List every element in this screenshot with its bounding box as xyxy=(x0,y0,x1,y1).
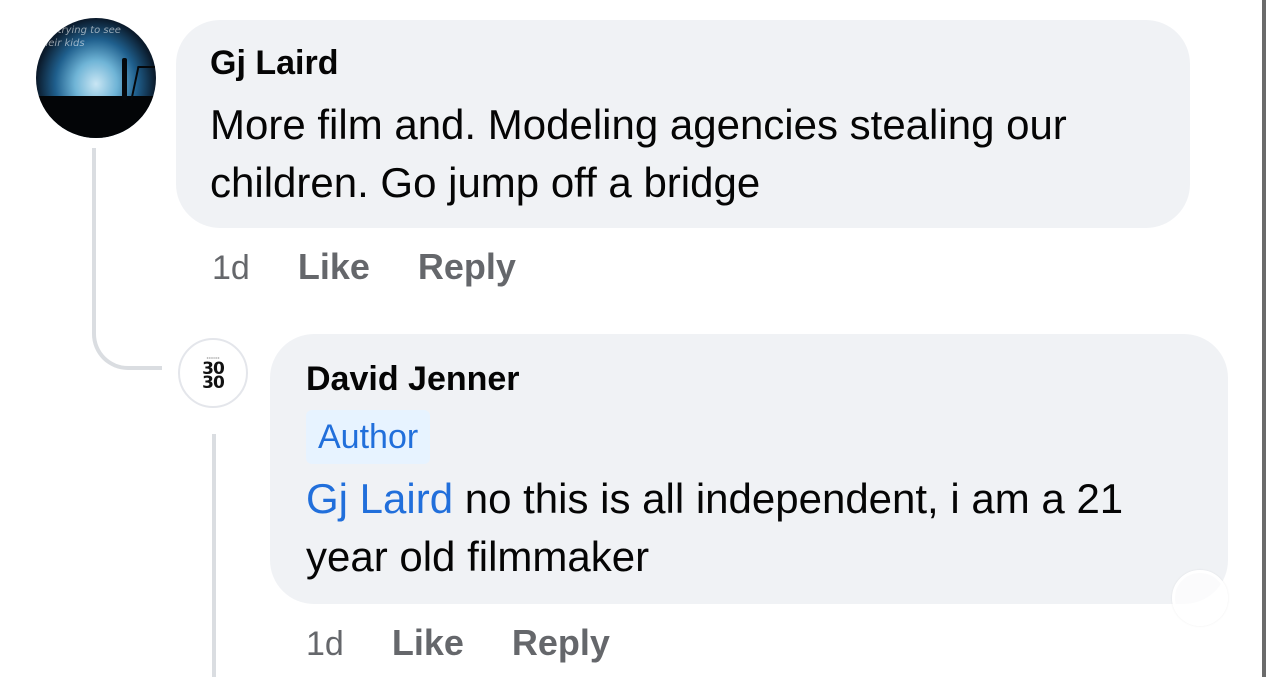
thread-connector-line xyxy=(92,148,162,370)
reply-button[interactable]: Reply xyxy=(418,246,516,288)
comment-actions: 1d Like Reply xyxy=(212,246,516,288)
comment-thread: are trying to see their kids Gj Laird Mo… xyxy=(0,0,1284,677)
avatar[interactable]: ······· 30 30 xyxy=(178,338,248,408)
comment-author-name[interactable]: Gj Laird xyxy=(210,44,338,83)
reply-button[interactable]: Reply xyxy=(512,622,610,664)
logo-line-2: 30 xyxy=(202,373,225,393)
reaction-overlay-icon[interactable] xyxy=(1172,570,1228,626)
reply-timestamp[interactable]: 1d xyxy=(306,625,344,664)
reply-text: Gj Laird no this is all independent, i a… xyxy=(306,470,1206,586)
avatar-tree xyxy=(130,66,156,100)
reply-author-name[interactable]: David Jenner xyxy=(306,360,520,399)
mention-link[interactable]: Gj Laird xyxy=(306,475,453,522)
like-button[interactable]: Like xyxy=(392,622,464,664)
avatar-caption: are trying to see their kids xyxy=(38,25,121,49)
avatar-ground xyxy=(36,96,156,138)
3030-logo-icon: ······· 30 30 xyxy=(202,356,225,393)
reply-thread-line xyxy=(212,434,216,677)
scrollbar-edge xyxy=(1262,0,1266,677)
like-button[interactable]: Like xyxy=(298,246,370,288)
avatar[interactable]: are trying to see their kids xyxy=(36,18,156,138)
comment-text: More film and. Modeling agencies stealin… xyxy=(210,101,1067,206)
avatar-silhouette xyxy=(122,58,127,100)
author-badge: Author xyxy=(306,410,431,464)
comment-timestamp[interactable]: 1d xyxy=(212,249,250,288)
reply-actions: 1d Like Reply xyxy=(306,622,610,664)
